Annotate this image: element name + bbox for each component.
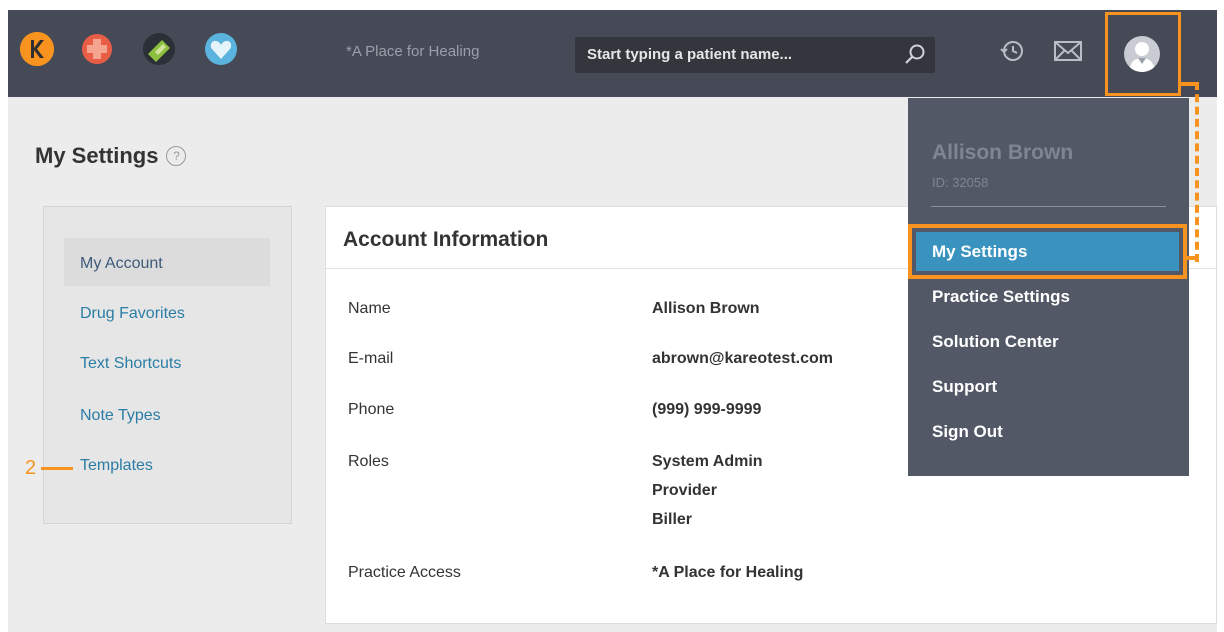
history-icon[interactable] (998, 37, 1026, 70)
menu-item-support[interactable]: Support (932, 377, 997, 397)
search-placeholder: Start typing a patient name... (587, 46, 793, 63)
help-icon[interactable]: ? (166, 146, 187, 166)
practice-name[interactable]: *A Place for Healing (346, 43, 479, 60)
field-value-role: System Admin (652, 453, 763, 470)
bandage-icon[interactable] (142, 32, 176, 66)
app-window: *A Place for Healing Start typing a pati… (8, 10, 1217, 632)
sidebar-item-drug-favorites[interactable]: Drug Favorites (64, 288, 270, 336)
menu-item-solution-center[interactable]: Solution Center (932, 332, 1059, 352)
patient-search-field[interactable]: Start typing a patient name... (575, 37, 935, 73)
medical-cross-icon[interactable] (80, 32, 114, 66)
field-label-phone: Phone (348, 401, 395, 418)
card-title: Account Information (343, 228, 549, 251)
sidebar-item-note-types[interactable]: Note Types (64, 390, 270, 438)
help-glyph: ? (173, 149, 180, 163)
menu-divider (931, 206, 1166, 207)
field-value-role: Provider (652, 482, 717, 499)
sidebar-item-text-shortcuts[interactable]: Text Shortcuts (64, 338, 270, 386)
page-title-text: My Settings (35, 143, 159, 168)
user-dropdown-menu: Allison Brown ID: 32058 My Settings Prac… (908, 98, 1189, 476)
user-menu-button-highlight[interactable] (1105, 12, 1181, 96)
user-avatar-icon[interactable] (1124, 36, 1160, 72)
menu-user-id: ID: 32058 (932, 175, 989, 190)
search-icon[interactable] (903, 43, 927, 72)
sidebar-item-my-account[interactable]: My Account (64, 238, 270, 286)
field-label-roles: Roles (348, 453, 389, 470)
field-value-phone: (999) 999-9999 (652, 401, 762, 418)
menu-item-sign-out[interactable]: Sign Out (932, 422, 1003, 442)
annotation-connector-dashed (1195, 82, 1199, 262)
menu-item-my-settings[interactable]: My Settings (932, 242, 1027, 262)
field-value-role: Biller (652, 511, 693, 528)
settings-sidebar: My Account Drug Favorites Text Shortcuts… (43, 206, 292, 524)
field-label-email: E-mail (348, 350, 394, 367)
top-navigation-bar: *A Place for Healing Start typing a pati… (8, 10, 1217, 97)
page-title: My Settings ? (35, 143, 187, 169)
sidebar-item-label: My Account (80, 255, 163, 272)
sidebar-item-label: Note Types (80, 407, 161, 424)
menu-item-practice-settings[interactable]: Practice Settings (932, 287, 1070, 307)
field-value-practice-access: *A Place for Healing (652, 564, 804, 581)
sidebar-item-label: Drug Favorites (80, 305, 185, 322)
menu-user-name: Allison Brown (932, 141, 1074, 164)
field-value-name: Allison Brown (652, 300, 760, 317)
sidebar-item-label: Templates (80, 457, 153, 474)
field-label-practice-access: Practice Access (348, 564, 461, 581)
annotation-pointer (41, 467, 74, 470)
mail-icon[interactable] (1053, 39, 1083, 68)
annotation-number: 2 (25, 457, 37, 479)
sidebar-item-label: Text Shortcuts (80, 355, 182, 372)
field-label-name: Name (348, 300, 391, 317)
sidebar-item-templates[interactable]: Templates (64, 440, 270, 488)
field-value-email: abrown@kareotest.com (652, 350, 833, 367)
heart-icon[interactable] (204, 32, 238, 66)
annotation-step-2: 2 (25, 457, 74, 480)
kareo-logo-icon[interactable] (20, 32, 54, 66)
annotation-connector (1187, 256, 1199, 260)
